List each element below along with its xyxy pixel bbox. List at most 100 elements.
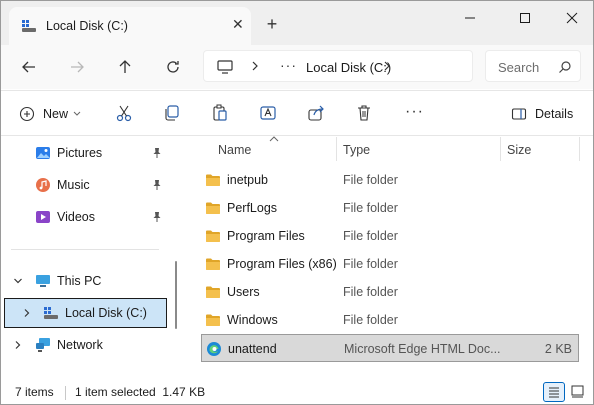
folder-icon bbox=[206, 202, 220, 214]
details-label: Details bbox=[535, 107, 574, 121]
file-name: Program Files bbox=[227, 229, 305, 243]
file-name: Users bbox=[227, 285, 260, 299]
details-button[interactable]: Details bbox=[505, 100, 581, 128]
maximize-icon[interactable] bbox=[514, 7, 536, 29]
computer-icon bbox=[217, 60, 233, 74]
sort-ascending-icon bbox=[269, 136, 279, 142]
file-explorer-window: Local Disk (C:) ✕ + ··· Local Disk (C:) … bbox=[0, 0, 594, 405]
divider bbox=[11, 249, 159, 250]
edge-html-file-icon bbox=[207, 342, 221, 356]
plus-circle-icon bbox=[19, 106, 35, 122]
chevron-right-icon[interactable] bbox=[382, 59, 392, 73]
details-view-button[interactable] bbox=[543, 382, 565, 402]
chevron-down-icon[interactable] bbox=[13, 276, 23, 286]
table-row[interactable]: inetpub File folder bbox=[201, 166, 579, 194]
tiles-view-button[interactable] bbox=[567, 382, 589, 402]
file-type: Microsoft Edge HTML Doc... bbox=[344, 342, 501, 356]
sidebar-item-this-pc[interactable]: This PC bbox=[1, 267, 171, 295]
column-divider[interactable] bbox=[579, 137, 580, 161]
table-row[interactable]: PerfLogs File folder bbox=[201, 194, 579, 222]
sidebar-item-label: Local Disk (C:) bbox=[65, 306, 147, 320]
pin-icon[interactable] bbox=[151, 147, 163, 159]
details-pane-icon bbox=[511, 108, 527, 120]
pin-icon[interactable] bbox=[151, 211, 163, 223]
folder-icon bbox=[206, 314, 220, 326]
computer-icon bbox=[36, 275, 50, 287]
command-bar: New ··· Details bbox=[1, 90, 593, 136]
sidebar-item-label: Network bbox=[57, 338, 103, 352]
sidebar-item-music[interactable]: Music bbox=[1, 171, 171, 199]
tab-local-disk[interactable]: Local Disk (C:) ✕ bbox=[9, 7, 251, 45]
chevron-right-icon[interactable] bbox=[13, 340, 23, 350]
preview-view-icon bbox=[571, 385, 584, 398]
new-button[interactable]: New bbox=[13, 100, 87, 128]
column-divider[interactable] bbox=[500, 137, 501, 161]
chevron-right-icon[interactable] bbox=[22, 308, 32, 318]
item-count: 7 items bbox=[15, 385, 54, 399]
chevron-right-icon[interactable] bbox=[250, 59, 260, 73]
drive-icon bbox=[44, 307, 58, 319]
music-icon bbox=[36, 178, 50, 192]
table-row[interactable]: Program Files File folder bbox=[201, 222, 579, 250]
close-window-icon[interactable] bbox=[561, 7, 583, 29]
table-row[interactable]: Users File folder bbox=[201, 278, 579, 306]
pictures-icon bbox=[36, 147, 50, 159]
more-options-button[interactable]: ··· bbox=[405, 103, 424, 121]
column-divider[interactable] bbox=[336, 137, 337, 161]
videos-icon bbox=[36, 211, 50, 223]
paste-icon[interactable] bbox=[209, 102, 231, 124]
delete-icon[interactable] bbox=[353, 102, 375, 124]
file-name: inetpub bbox=[227, 173, 269, 187]
file-type: File folder bbox=[343, 313, 398, 327]
sidebar-item-label: Pictures bbox=[57, 146, 103, 160]
folder-icon bbox=[206, 174, 220, 186]
file-type: File folder bbox=[343, 257, 398, 271]
share-icon[interactable] bbox=[305, 102, 327, 124]
table-row[interactable]: Program Files (x86) File folder bbox=[201, 250, 579, 278]
column-header-size[interactable]: Size bbox=[507, 143, 531, 157]
new-label: New bbox=[43, 107, 69, 121]
column-header-type[interactable]: Type bbox=[343, 143, 370, 157]
search-input[interactable]: Search bbox=[485, 50, 581, 82]
file-list: Name Type Size inetpub File folder PerfLog… bbox=[187, 136, 593, 380]
sidebar-item-network[interactable]: Network bbox=[1, 331, 171, 359]
cut-icon[interactable] bbox=[113, 102, 135, 124]
pin-icon[interactable] bbox=[151, 179, 163, 191]
folder-icon bbox=[206, 258, 220, 270]
file-type: File folder bbox=[343, 229, 398, 243]
file-name: Windows bbox=[227, 313, 278, 327]
sidebar-item-pictures[interactable]: Pictures bbox=[1, 139, 171, 167]
navigation-scrollbar[interactable] bbox=[175, 261, 177, 329]
sidebar-item-local-disk[interactable]: Local Disk (C:) bbox=[4, 298, 167, 328]
file-type: File folder bbox=[343, 173, 398, 187]
sidebar-item-videos[interactable]: Videos bbox=[1, 203, 171, 231]
minimize-icon[interactable] bbox=[459, 7, 481, 29]
copy-icon[interactable] bbox=[161, 102, 183, 124]
back-arrow-icon[interactable] bbox=[17, 55, 41, 79]
folder-icon bbox=[206, 286, 220, 298]
search-icon bbox=[559, 61, 571, 73]
table-row[interactable]: Windows File folder bbox=[201, 306, 579, 334]
status-bar: 7 items 1 item selected 1.47 KB bbox=[1, 380, 593, 404]
file-name: PerfLogs bbox=[227, 201, 278, 215]
close-tab-icon[interactable]: ✕ bbox=[232, 17, 246, 31]
list-view-icon bbox=[549, 387, 559, 398]
chevron-down-icon bbox=[73, 111, 81, 116]
selection-info: 1 item selected 1.47 KB bbox=[75, 385, 206, 399]
network-icon bbox=[36, 338, 50, 352]
table-row[interactable]: unattend Microsoft Edge HTML Doc... 2 KB bbox=[201, 334, 579, 362]
column-header-name[interactable]: Name bbox=[218, 143, 251, 157]
rename-icon[interactable] bbox=[257, 102, 279, 124]
folder-icon bbox=[206, 230, 220, 242]
refresh-icon[interactable] bbox=[161, 55, 185, 79]
hidden-path-button[interactable]: ··· bbox=[280, 57, 297, 73]
address-location[interactable]: Local Disk (C:) bbox=[306, 60, 391, 75]
new-tab-button[interactable]: + bbox=[263, 15, 281, 33]
forward-arrow-icon[interactable] bbox=[65, 55, 89, 79]
file-type: File folder bbox=[343, 285, 398, 299]
file-name: unattend bbox=[228, 342, 277, 356]
up-arrow-icon[interactable] bbox=[113, 55, 137, 79]
navigation-pane: Pictures Music Videos This PC Local Disk… bbox=[1, 137, 177, 380]
address-bar[interactable]: ··· Local Disk (C:) bbox=[203, 50, 473, 82]
tab-title: Local Disk (C:) bbox=[46, 19, 128, 33]
